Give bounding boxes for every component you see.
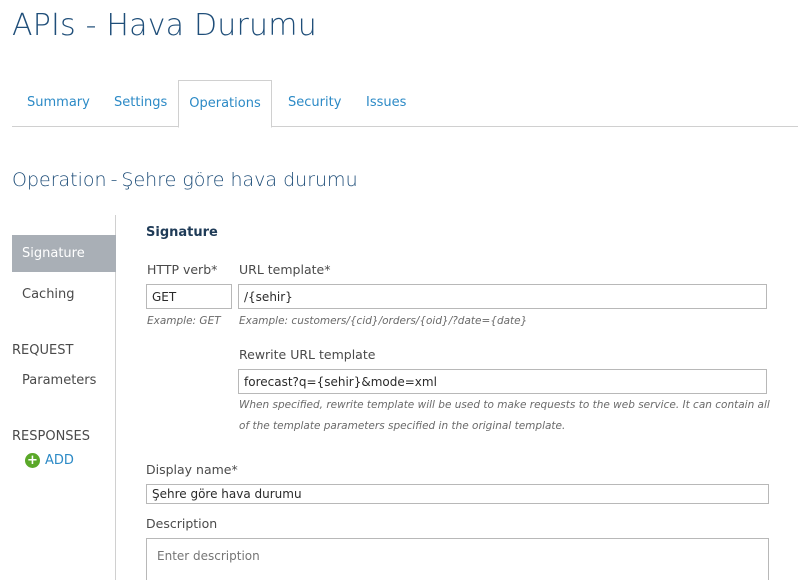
http-verb-label: HTTP verb* — [147, 262, 218, 277]
rewrite-url-field[interactable] — [238, 369, 767, 394]
url-template-hint: Example: customers/{cid}/orders/{oid}/?d… — [239, 315, 528, 327]
rewrite-url-hint: When specified, rewrite template will be… — [239, 399, 770, 432]
description-field[interactable] — [146, 538, 769, 580]
http-verb-field[interactable] — [146, 284, 232, 309]
sidebar-item-signature[interactable]: Signature — [12, 235, 116, 272]
display-name-field[interactable] — [146, 484, 769, 504]
page-title: APIs - Hava Durumu — [12, 8, 317, 43]
signature-heading: Signature — [146, 225, 218, 240]
sidebar-item-parameters[interactable]: Parameters — [12, 362, 116, 399]
operation-separator: - — [110, 169, 118, 191]
http-verb-hint: Example: GET — [147, 315, 221, 327]
sidebar-item-caching[interactable]: Caching — [12, 276, 116, 313]
operation-prefix: Operation — [12, 169, 107, 191]
add-response-label: ADD — [45, 452, 74, 468]
sidebar-section-responses: RESPONSES — [12, 429, 91, 444]
tab-settings[interactable]: Settings — [99, 80, 182, 127]
operation-name: Şehre göre hava durumu — [121, 169, 358, 191]
tab-security[interactable]: Security — [273, 80, 356, 127]
tab-summary[interactable]: Summary — [12, 80, 105, 127]
tab-operations[interactable]: Operations — [178, 80, 272, 128]
operation-title: Operation - Şehre göre hava durumu — [12, 169, 358, 191]
add-response-button[interactable]: + ADD — [25, 451, 74, 469]
display-name-label: Display name* — [146, 462, 238, 477]
sidebar-section-request: REQUEST — [12, 343, 74, 358]
operation-sidebar: Signature Caching REQUEST Parameters RES… — [12, 215, 116, 580]
url-template-field[interactable] — [238, 284, 767, 309]
tab-bar: Summary Settings Operations Security Iss… — [12, 80, 798, 128]
url-template-label: URL template* — [239, 262, 331, 277]
tab-issues[interactable]: Issues — [351, 80, 421, 127]
plus-circle-icon: + — [25, 452, 40, 468]
description-label: Description — [146, 516, 218, 531]
rewrite-url-label: Rewrite URL template — [239, 347, 376, 362]
